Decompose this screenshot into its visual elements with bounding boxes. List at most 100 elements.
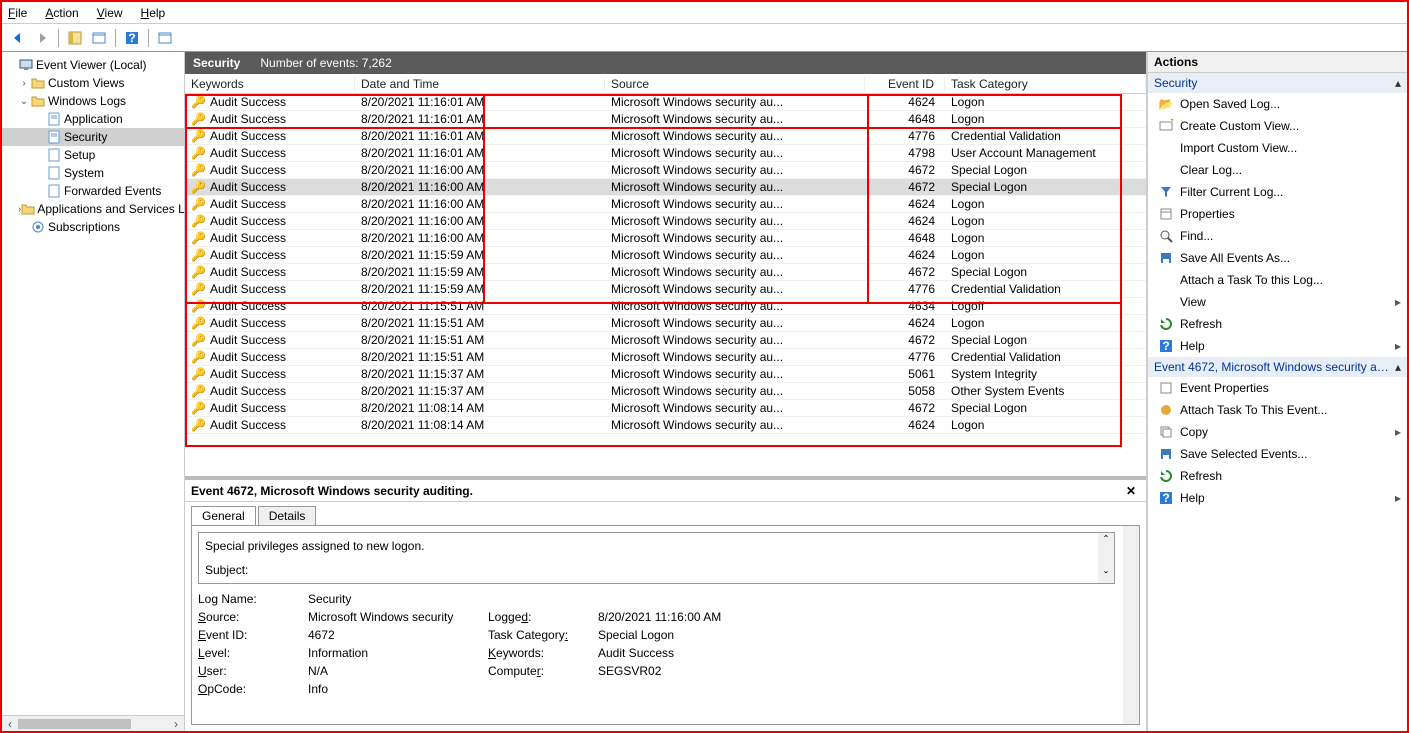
detail-body: Special privileges assigned to new logon… [191,525,1140,725]
action-refresh-2[interactable]: Refresh [1148,465,1407,487]
event-row[interactable]: 🔑Audit Success8/20/2021 11:16:00 AMMicro… [185,196,1146,213]
event-row[interactable]: 🔑Audit Success8/20/2021 11:16:01 AMMicro… [185,111,1146,128]
event-row[interactable]: 🔑Audit Success8/20/2021 11:15:51 AMMicro… [185,349,1146,366]
action-refresh[interactable]: Refresh [1148,313,1407,335]
refresh-icon [1158,316,1174,332]
event-row[interactable]: 🔑Audit Success8/20/2021 11:15:59 AMMicro… [185,281,1146,298]
export-list-button[interactable] [89,28,109,48]
key-icon: 🔑 [191,112,206,126]
help-button[interactable]: ? [122,28,142,48]
grid-header[interactable]: Keywords Date and Time Source Event ID T… [185,74,1146,94]
lbl-level: Level: [198,646,308,660]
action-clear-log[interactable]: Clear Log... [1148,159,1407,181]
action-properties[interactable]: Properties [1148,203,1407,225]
tab-details[interactable]: Details [258,506,317,525]
col-source[interactable]: Source [605,77,865,91]
event-row[interactable]: 🔑Audit Success8/20/2021 11:15:51 AMMicro… [185,315,1146,332]
log-icon [46,147,62,163]
col-taskcat[interactable]: Task Category [945,77,1146,91]
event-row[interactable]: 🔑Audit Success8/20/2021 11:16:00 AMMicro… [185,230,1146,247]
event-row[interactable]: 🔑Audit Success8/20/2021 11:15:37 AMMicro… [185,383,1146,400]
menu-view[interactable]: View [97,6,123,20]
action-filter-log[interactable]: Filter Current Log... [1148,181,1407,203]
action-create-custom-view[interactable]: ✦Create Custom View... [1148,115,1407,137]
col-keywords[interactable]: Keywords [185,77,355,91]
menu-file[interactable]: File [8,6,27,20]
tree-h-scrollbar[interactable]: ‹ › [2,715,184,731]
event-row[interactable]: 🔑Audit Success8/20/2021 11:16:01 AMMicro… [185,145,1146,162]
tree-application[interactable]: Application [2,110,184,128]
svg-text:?: ? [1162,491,1169,505]
log-icon [46,129,62,145]
event-row[interactable]: 🔑Audit Success8/20/2021 11:16:01 AMMicro… [185,128,1146,145]
back-button[interactable] [8,28,28,48]
tree-system[interactable]: System [2,164,184,182]
tree-pane: Event Viewer (Local) › Custom Views ⌄ Wi… [2,52,185,731]
tree-windows-logs[interactable]: ⌄ Windows Logs [2,92,184,110]
val-opcode: Info [308,682,488,696]
val-logname: Security [308,592,488,606]
key-icon: 🔑 [191,214,206,228]
event-row[interactable]: 🔑Audit Success8/20/2021 11:08:14 AMMicro… [185,400,1146,417]
tree-security[interactable]: Security [2,128,184,146]
tree-root-label: Event Viewer (Local) [36,58,147,72]
msg-scrollbar[interactable]: ˆˇ [1098,533,1114,583]
detail-scrollbar[interactable] [1123,526,1139,724]
lbl-eventid: Event ID: [198,628,308,642]
val-level: Information [308,646,488,660]
save-icon [1158,250,1174,266]
refresh-schema-button[interactable] [155,28,175,48]
new-view-icon: ✦ [1158,118,1174,134]
val-source: Microsoft Windows security [308,610,488,624]
actions-section-security[interactable]: Security ▴ [1148,73,1407,93]
col-datetime[interactable]: Date and Time [355,77,605,91]
menu-help[interactable]: Help [141,6,166,20]
action-find[interactable]: Find... [1148,225,1407,247]
event-row[interactable]: 🔑Audit Success8/20/2021 11:15:59 AMMicro… [185,264,1146,281]
tree-subscriptions[interactable]: Subscriptions [2,218,184,236]
event-row[interactable]: 🔑Audit Success8/20/2021 11:15:59 AMMicro… [185,247,1146,264]
svg-text:✦: ✦ [1169,119,1173,127]
action-save-selected[interactable]: Save Selected Events... [1148,443,1407,465]
key-icon: 🔑 [191,265,206,279]
action-view[interactable]: View▸ [1148,291,1407,313]
action-help-2[interactable]: ?Help▸ [1148,487,1407,509]
action-open-saved-log[interactable]: 📂Open Saved Log... [1148,93,1407,115]
refresh-icon [1158,468,1174,484]
tab-general[interactable]: General [191,506,256,525]
event-row[interactable]: 🔑Audit Success8/20/2021 11:15:37 AMMicro… [185,366,1146,383]
action-attach-task-event[interactable]: Attach Task To This Event... [1148,399,1407,421]
show-hide-tree-button[interactable] [65,28,85,48]
action-save-all[interactable]: Save All Events As... [1148,247,1407,269]
action-attach-task-log[interactable]: Attach a Task To this Log... [1148,269,1407,291]
event-row[interactable]: 🔑Audit Success8/20/2021 11:16:01 AMMicro… [185,94,1146,111]
tree-apps-services[interactable]: › Applications and Services Lo [2,200,184,218]
col-eventid[interactable]: Event ID [865,77,945,91]
event-row[interactable]: 🔑Audit Success8/20/2021 11:15:51 AMMicro… [185,298,1146,315]
tree-security-label: Security [64,130,107,144]
event-row[interactable]: 🔑Audit Success8/20/2021 11:16:00 AMMicro… [185,213,1146,230]
event-row[interactable]: 🔑Audit Success8/20/2021 11:15:51 AMMicro… [185,332,1146,349]
tree-root[interactable]: Event Viewer (Local) [2,56,184,74]
forward-button[interactable] [32,28,52,48]
tree-forwarded[interactable]: Forwarded Events [2,182,184,200]
computer-icon [18,57,34,73]
event-row[interactable]: 🔑Audit Success8/20/2021 11:16:00 AMMicro… [185,179,1146,196]
lbl-opcode: OpCode: [198,682,308,696]
action-import-custom-view[interactable]: Import Custom View... [1148,137,1407,159]
event-row[interactable]: 🔑Audit Success8/20/2021 11:08:14 AMMicro… [185,417,1146,434]
menu-action[interactable]: Action [45,6,78,20]
action-event-properties[interactable]: Event Properties [1148,377,1407,399]
tree-custom-views[interactable]: › Custom Views [2,74,184,92]
event-row[interactable]: 🔑Audit Success8/20/2021 11:16:00 AMMicro… [185,162,1146,179]
event-grid[interactable]: Keywords Date and Time Source Event ID T… [185,74,1146,476]
lbl-computer: Computer: [488,664,598,678]
detail-msg-line1: Special privileges assigned to new logon… [205,539,1108,553]
folder-open-icon: 📂 [1158,96,1174,112]
tree-setup[interactable]: Setup [2,146,184,164]
actions-section-event[interactable]: Event 4672, Microsoft Windows security a… [1148,357,1407,377]
action-copy[interactable]: Copy▸ [1148,421,1407,443]
tree-apps-services-label: Applications and Services Lo [37,202,184,216]
action-help[interactable]: ?Help▸ [1148,335,1407,357]
close-icon[interactable]: ✕ [1122,484,1140,498]
